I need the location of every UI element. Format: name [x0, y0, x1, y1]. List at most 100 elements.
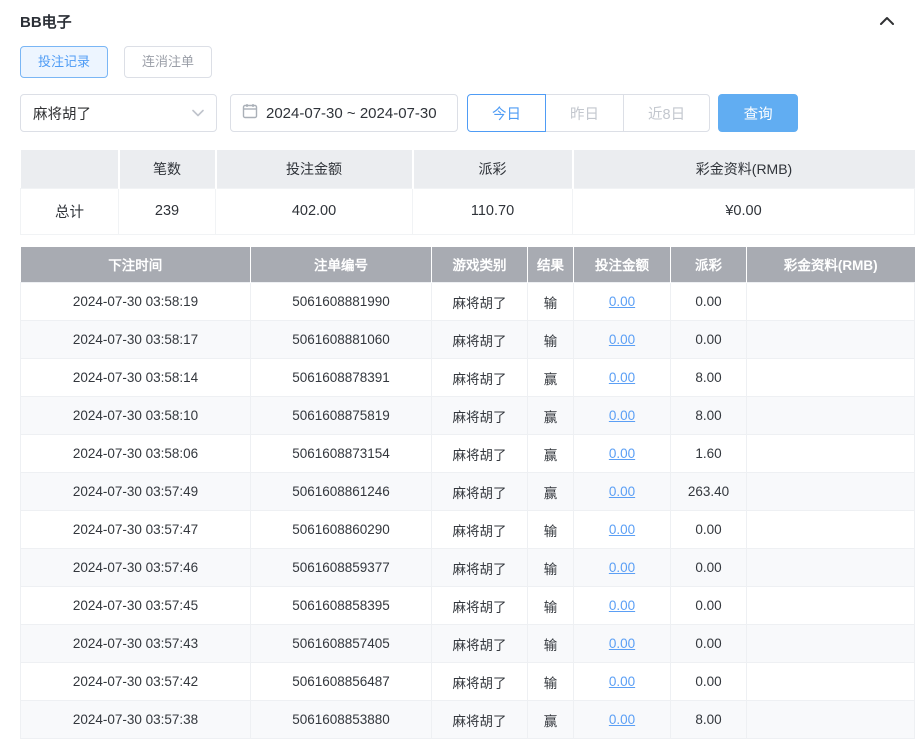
table-row: 2024-07-30 03:57:46 5061608859377 麻将胡了输 0.0… [20, 548, 915, 587]
cell-order-id: 5061608881990 [250, 282, 432, 321]
cell-result: 赢 [527, 396, 574, 435]
cell-order-id: 5061608856487 [250, 662, 432, 701]
cell-bet-amount: 0.00 [573, 396, 671, 435]
cell-payout: 0.00 [670, 510, 747, 549]
column-header-bet-amount: 投注金额 [573, 246, 671, 283]
search-button[interactable]: 查询 [718, 94, 799, 132]
bet-amount-link[interactable]: 0.00 [609, 674, 635, 689]
tab-cascade-orders[interactable]: 连消注单 [124, 46, 213, 78]
cell-bet-amount: 0.00 [573, 548, 671, 587]
bet-amount-link[interactable]: 0.00 [609, 446, 635, 461]
cell-bet-amount: 0.00 [573, 586, 671, 625]
cell-bonus [746, 472, 915, 511]
table-row: 2024-07-30 03:57:38 5061608853880 麻将胡了赢 0.0… [20, 700, 915, 739]
bet-amount-link[interactable]: 0.00 [609, 370, 635, 385]
column-header-result: 结果 [527, 246, 574, 283]
cell-order-id: 5061608881060 [250, 320, 432, 359]
table-row: 2024-07-30 03:58:14 5061608878391 麻将胡了赢 0.0… [20, 358, 915, 397]
cell-payout: 0.00 [670, 586, 747, 625]
cell-bonus [746, 624, 915, 663]
cell-order-id: 5061608873154 [250, 434, 432, 473]
tab-bet-records[interactable]: 投注记录 [20, 46, 109, 78]
bet-amount-link[interactable]: 0.00 [609, 484, 635, 499]
bet-amount-link[interactable]: 0.00 [609, 294, 635, 309]
cell-payout: 8.00 [670, 700, 747, 739]
tabs: 投注记录 连消注单 [0, 32, 917, 78]
cell-game-category: 麻将胡了 [431, 662, 528, 701]
cell-bet-amount: 0.00 [573, 472, 671, 511]
cell-bet-time: 2024-07-30 03:57:43 [20, 624, 251, 663]
cell-bonus [746, 358, 915, 397]
cell-bonus [746, 396, 915, 435]
cell-bet-amount: 0.00 [573, 320, 671, 359]
date-range-value: 2024-07-30 ~ 2024-07-30 [266, 104, 437, 122]
summary-header-label [20, 150, 120, 188]
table-row: 2024-07-30 03:57:43 5061608857405 麻将胡了输 0.0… [20, 624, 915, 663]
bet-amount-link[interactable]: 0.00 [609, 560, 635, 575]
table-row: 2024-07-30 03:58:06 5061608873154 麻将胡了赢 0.0… [20, 434, 915, 473]
cell-result: 赢 [527, 700, 574, 739]
bet-amount-link[interactable]: 0.00 [609, 522, 635, 537]
cell-bet-time: 2024-07-30 03:58:06 [20, 434, 251, 473]
summary-cell-count: 239 [118, 187, 216, 235]
cell-payout: 0.00 [670, 320, 747, 359]
game-select-value: 麻将胡了 [33, 106, 91, 123]
cell-bet-time: 2024-07-30 03:57:42 [20, 662, 251, 701]
cell-bonus [746, 548, 915, 587]
cell-order-id: 5061608859377 [250, 548, 432, 587]
quick-range-button-group: 今日 昨日 近8日 [467, 94, 711, 132]
cell-bet-amount: 0.00 [573, 662, 671, 701]
cell-result: 赢 [527, 358, 574, 397]
cell-result: 输 [527, 282, 574, 321]
table-row: 2024-07-30 03:57:42 5061608856487 麻将胡了输 0.0… [20, 662, 915, 701]
cell-game-category: 麻将胡了 [431, 358, 528, 397]
game-select[interactable]: 麻将胡了 [20, 94, 217, 132]
cell-bonus [746, 320, 915, 359]
cell-bonus [746, 700, 915, 739]
column-header-payout: 派彩 [670, 246, 747, 283]
quick-last-8-days-button[interactable]: 近8日 [623, 94, 711, 132]
cell-game-category: 麻将胡了 [431, 434, 528, 473]
cell-bet-time: 2024-07-30 03:57:49 [20, 472, 251, 511]
cell-bet-amount: 0.00 [573, 282, 671, 321]
cell-result: 输 [527, 662, 574, 701]
summary-header-row: 笔数 投注金额 派彩 彩金资料(RMB) [20, 150, 915, 188]
bet-amount-link[interactable]: 0.00 [609, 712, 635, 727]
cell-order-id: 5061608875819 [250, 396, 432, 435]
bet-table-header-row: 下注时间 注单编号 游戏类别 结果 投注金额 派彩 彩金资料(RMB) [20, 246, 915, 283]
date-range-picker[interactable]: 2024-07-30 ~ 2024-07-30 [230, 94, 458, 132]
quick-today-button[interactable]: 今日 [467, 94, 546, 132]
bet-records-panel: BB电子 投注记录 连消注单 麻将胡了 2024-07-30 ~ 2024-07… [0, 0, 917, 749]
cell-result: 赢 [527, 472, 574, 511]
table-row: 2024-07-30 03:57:47 5061608860290 麻将胡了输 0.0… [20, 510, 915, 549]
table-row: 2024-07-30 03:58:17 5061608881060 麻将胡了输 0.0… [20, 320, 915, 359]
table-row: 2024-07-30 03:57:45 5061608858395 麻将胡了输 0.0… [20, 586, 915, 625]
cell-bet-time: 2024-07-30 03:58:14 [20, 358, 251, 397]
cell-bet-time: 2024-07-30 03:57:45 [20, 586, 251, 625]
collapse-chevron-up-icon[interactable] [879, 16, 895, 26]
cell-bet-amount: 0.00 [573, 700, 671, 739]
summary-total-row: 总计 239 402.00 110.70 ¥0.00 [20, 187, 915, 235]
quick-yesterday-button[interactable]: 昨日 [545, 94, 624, 132]
cell-payout: 1.60 [670, 434, 747, 473]
cell-game-category: 麻将胡了 [431, 510, 528, 549]
cell-order-id: 5061608853880 [250, 700, 432, 739]
bet-amount-link[interactable]: 0.00 [609, 598, 635, 613]
column-header-bonus: 彩金资料(RMB) [746, 246, 915, 283]
calendar-icon [242, 103, 258, 123]
bet-amount-link[interactable]: 0.00 [609, 636, 635, 651]
cell-payout: 8.00 [670, 396, 747, 435]
cell-game-category: 麻将胡了 [431, 396, 528, 435]
summary-cell-label: 总计 [20, 187, 119, 235]
cell-bet-time: 2024-07-30 03:57:46 [20, 548, 251, 587]
summary-header-count: 笔数 [118, 150, 217, 188]
cell-game-category: 麻将胡了 [431, 586, 528, 625]
cell-bonus [746, 586, 915, 625]
cell-payout: 0.00 [670, 662, 747, 701]
bet-amount-link[interactable]: 0.00 [609, 332, 635, 347]
cell-result: 赢 [527, 434, 574, 473]
cell-bet-time: 2024-07-30 03:58:10 [20, 396, 251, 435]
bet-amount-link[interactable]: 0.00 [609, 408, 635, 423]
cell-bet-amount: 0.00 [573, 358, 671, 397]
cell-bet-time: 2024-07-30 03:57:47 [20, 510, 251, 549]
